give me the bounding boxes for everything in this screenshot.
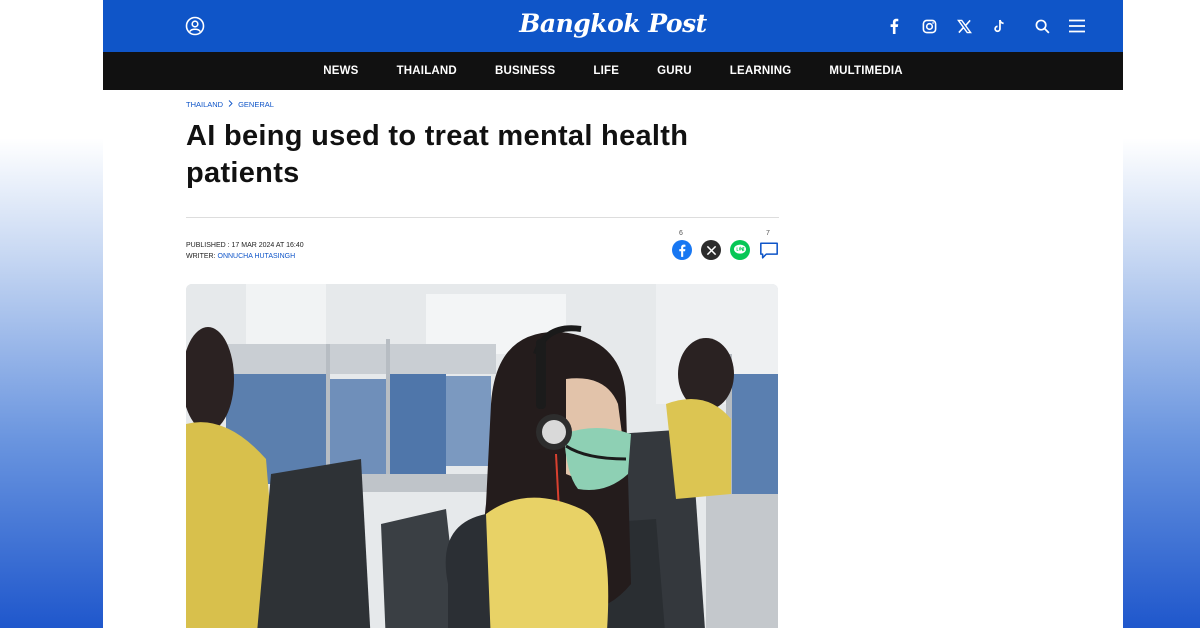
article-photo	[186, 284, 778, 628]
instagram-link[interactable]	[919, 16, 939, 36]
facebook-link[interactable]	[884, 16, 904, 36]
menu-button[interactable]	[1067, 16, 1087, 36]
nav-item-life[interactable]: LIFE	[593, 65, 619, 77]
tiktok-icon	[993, 19, 1004, 32]
title-divider	[186, 217, 779, 218]
article-meta: PUBLISHED : 17 MAR 2024 AT 16:40 WRITER:…	[186, 240, 304, 262]
breadcrumb: THAILAND GENERAL	[186, 100, 274, 109]
top-header: Bangkok Post	[103, 0, 1123, 52]
breadcrumb-general[interactable]: GENERAL	[238, 100, 274, 109]
facebook-share-count: 6	[679, 230, 683, 237]
main-nav: NEWS THAILAND BUSINESS LIFE GURU LEARNIN…	[103, 52, 1123, 90]
facebook-share-button[interactable]	[672, 240, 692, 260]
comment-count: 7	[766, 230, 770, 237]
comment-button[interactable]	[759, 240, 779, 260]
call-center-photo	[186, 284, 778, 628]
article-page: Bangkok Post NEWS THAILAND BUSINESS LIFE…	[103, 0, 1123, 628]
x-share-button[interactable]	[701, 240, 721, 260]
menu-icon	[1069, 19, 1085, 33]
tiktok-link[interactable]	[989, 16, 1009, 36]
breadcrumb-thailand[interactable]: THAILAND	[186, 100, 223, 109]
published-line: PUBLISHED : 17 MAR 2024 AT 16:40	[186, 240, 304, 251]
instagram-icon	[922, 19, 936, 33]
search-icon	[1035, 19, 1050, 34]
nav-item-business[interactable]: BUSINESS	[495, 65, 555, 77]
nav-item-multimedia[interactable]: MULTIMEDIA	[829, 65, 902, 77]
x-link[interactable]	[954, 16, 974, 36]
facebook-icon	[679, 244, 686, 257]
line-share-button[interactable]	[730, 240, 750, 260]
line-icon	[734, 244, 746, 254]
published-date: 17 MAR 2024 AT 16:40	[231, 242, 304, 249]
nav-item-learning[interactable]: LEARNING	[730, 65, 792, 77]
nav-item-news[interactable]: NEWS	[323, 65, 358, 77]
nav-item-thailand[interactable]: THAILAND	[397, 65, 457, 77]
writer-label: WRITER:	[186, 253, 218, 260]
published-label: PUBLISHED :	[186, 242, 232, 249]
header-icon-group	[884, 15, 1087, 37]
facebook-icon	[890, 18, 899, 34]
share-bar: 6 7	[671, 230, 781, 266]
x-icon	[706, 245, 716, 255]
x-icon	[956, 19, 972, 33]
chevron-right-icon	[228, 100, 233, 109]
nav-item-guru[interactable]: GURU	[657, 65, 692, 77]
writer-line: WRITER: ONNUCHA HUTASINGH	[186, 251, 304, 262]
comment-icon	[760, 241, 778, 259]
search-button[interactable]	[1032, 16, 1052, 36]
article-title: AI being used to treat mental health pat…	[186, 120, 689, 189]
writer-name[interactable]: ONNUCHA HUTASINGH	[218, 253, 296, 260]
